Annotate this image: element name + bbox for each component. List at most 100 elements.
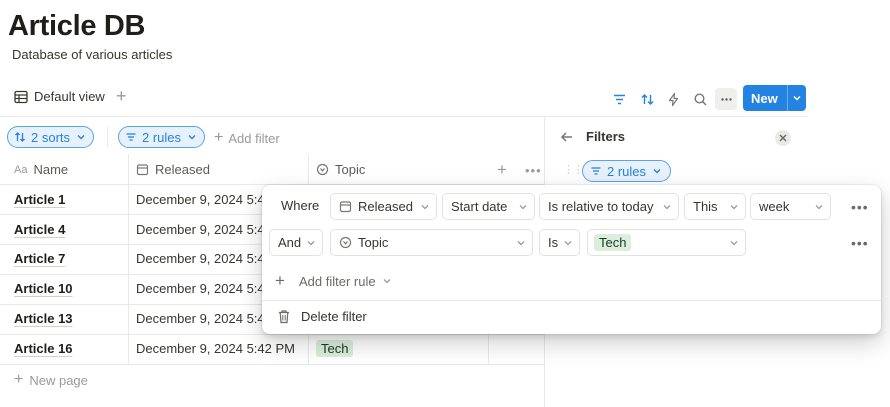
rules-label: 2 rules: [142, 129, 182, 145]
rule1-field-select[interactable]: Start date: [442, 193, 535, 220]
back-button[interactable]: [560, 130, 574, 149]
add-property-button[interactable]: +: [497, 160, 507, 180]
filter-icon: [613, 94, 625, 104]
chevron-down-icon: [564, 241, 572, 246]
row-divider: [0, 334, 544, 335]
column-header-name[interactable]: Aa Name: [14, 162, 68, 177]
add-filter-button[interactable]: + Add filter: [214, 129, 280, 147]
chevron-down-icon: [653, 169, 661, 174]
search-button[interactable]: [689, 88, 711, 110]
close-button[interactable]: [775, 130, 791, 146]
chevron-down-icon: [188, 135, 196, 140]
row-name-cell[interactable]: Article 10: [14, 281, 73, 296]
filter-icon: [126, 133, 136, 141]
new-page-button[interactable]: + New page: [14, 371, 88, 389]
tab-default-view[interactable]: Default view: [14, 89, 105, 104]
rule2-operator-select[interactable]: Is: [539, 229, 580, 256]
add-filter-rule-button[interactable]: + Add filter rule: [275, 271, 392, 291]
delete-filter-button[interactable]: Delete filter: [277, 309, 367, 324]
tab-label: Default view: [34, 89, 105, 104]
select-property-icon: [339, 236, 352, 249]
column-divider: [128, 154, 129, 364]
rule2-conjunction-select[interactable]: And: [269, 229, 323, 256]
filters-panel-title: Filters: [586, 129, 626, 144]
rule1-direction-label: This: [693, 199, 718, 214]
rule1-conjunction: Where: [281, 198, 320, 213]
chevron-down-icon: [730, 241, 738, 246]
chevron-down-icon: [307, 241, 315, 246]
column-header-topic[interactable]: Topic: [316, 162, 365, 177]
rule1-operator-select[interactable]: Is relative to today: [539, 193, 679, 220]
trash-icon: [279, 310, 289, 324]
row-name-cell[interactable]: Article 7: [14, 251, 65, 266]
topic-tag[interactable]: Tech: [316, 340, 354, 357]
viewbar-divider: [0, 116, 808, 117]
chevron-down-icon: [517, 241, 525, 246]
filter-icon: [591, 167, 601, 175]
sort-icon: [641, 93, 653, 105]
search-icon: [693, 92, 707, 106]
rule1-direction-select[interactable]: This: [684, 193, 746, 220]
panel-rules-pill[interactable]: 2 rules: [582, 160, 672, 182]
column-more-button[interactable]: •••: [525, 163, 542, 178]
rule2-conjunction-label: And: [278, 235, 302, 250]
panel-rules-label: 2 rules: [607, 163, 647, 179]
close-icon: [779, 134, 787, 142]
sorts-label: 2 sorts: [31, 129, 71, 145]
row-name-cell[interactable]: Article 13: [14, 311, 73, 326]
page-subtitle: Database of various articles: [12, 47, 173, 62]
popup-divider: [262, 300, 881, 301]
filter-toolbar-button[interactable]: [608, 88, 630, 110]
more-options-button[interactable]: [715, 88, 737, 110]
rule2-value-select[interactable]: Tech: [587, 229, 746, 256]
ellipsis-icon: [720, 97, 732, 101]
sorts-pill[interactable]: 2 sorts: [7, 126, 95, 148]
rule1-more-button[interactable]: •••: [851, 199, 869, 215]
drag-handle-icon[interactable]: ⋮⋮: [563, 163, 584, 176]
rule1-operator-label: Is relative to today: [548, 199, 654, 214]
column-label: Released: [155, 162, 210, 177]
new-button-label: New: [751, 90, 778, 106]
rule1-unit-label: week: [759, 199, 790, 214]
new-button[interactable]: New: [743, 85, 806, 111]
arrow-left-icon: [560, 132, 572, 142]
sort-toolbar-button[interactable]: [636, 88, 658, 110]
calendar-icon: [136, 164, 149, 176]
rule2-more-button[interactable]: •••: [851, 235, 869, 251]
automation-button[interactable]: [662, 88, 684, 110]
row-divider: [0, 364, 544, 365]
pill-separator: [107, 127, 108, 147]
column-header-released[interactable]: Released: [136, 162, 210, 177]
row-name-cell[interactable]: Article 1: [14, 192, 65, 207]
chevron-down-icon: [77, 135, 85, 140]
table-icon: [14, 90, 28, 103]
delete-filter-label: Delete filter: [301, 309, 367, 324]
row-name-cell[interactable]: Article 4: [14, 222, 65, 237]
chevron-down-icon: [383, 279, 391, 284]
page-title: Article DB: [8, 10, 146, 42]
column-label: Topic: [335, 162, 366, 177]
rule1-property-select[interactable]: Released: [330, 193, 437, 220]
row-released-cell[interactable]: December 9, 2024 5:42 PM: [136, 341, 295, 356]
plus-icon: +: [14, 371, 24, 388]
view-bar: Default view + New: [0, 84, 808, 114]
rule2-property-label: Topic: [358, 235, 389, 250]
chevron-down-icon: [730, 205, 738, 210]
filter-rules-popup: Where Released Start date Is relative to…: [262, 185, 881, 334]
calendar-icon: [339, 201, 352, 213]
add-view-button[interactable]: +: [116, 86, 127, 107]
rule1-field-label: Start date: [451, 199, 508, 214]
plus-icon: +: [214, 129, 224, 146]
chevron-down-icon: [815, 205, 823, 210]
plus-icon: +: [275, 271, 285, 290]
row-name-cell[interactable]: Article 16: [14, 341, 73, 356]
select-property-icon: [316, 163, 329, 176]
sort-icon: [15, 132, 25, 142]
lightning-icon: [668, 92, 678, 106]
rule1-unit-select[interactable]: week: [750, 193, 831, 220]
add-filter-rule-label: Add filter rule: [299, 273, 376, 289]
chevron-down-icon: [421, 205, 429, 210]
rules-pill[interactable]: 2 rules: [118, 126, 206, 148]
rule2-property-select[interactable]: Topic: [330, 229, 533, 256]
new-dropdown-button[interactable]: [788, 93, 806, 103]
